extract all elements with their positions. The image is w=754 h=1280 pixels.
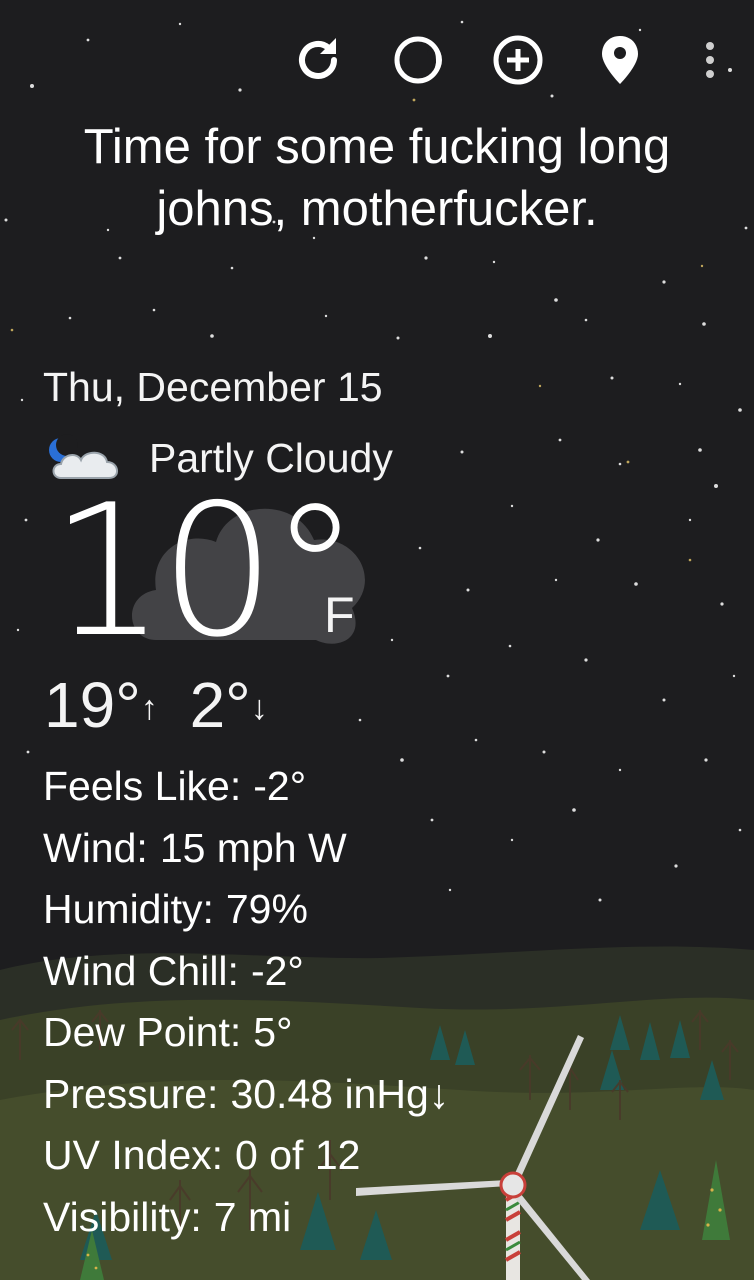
- low-temperature: 2°: [189, 669, 251, 741]
- refresh-button[interactable]: [288, 30, 348, 90]
- high-temperature: 19°: [44, 669, 141, 741]
- top-toolbar: [0, 30, 754, 92]
- moon-phase-icon: [394, 36, 442, 84]
- overflow-menu-button[interactable]: [680, 30, 740, 90]
- high-low-temperature: 19°↑ 2°↓: [44, 670, 268, 745]
- weather-quote: Time for some fucking long johns, mother…: [83, 120, 671, 236]
- high-arrow-icon: ↑: [140, 689, 158, 728]
- current-temperature: 10°: [50, 465, 361, 677]
- location-button[interactable]: [590, 30, 650, 90]
- refresh-icon: [299, 38, 337, 79]
- low-arrow-icon: ↓: [250, 689, 268, 728]
- weather-details-list: Feels Like: -2° Wind: 15 mph W Humidity: 79…: [43, 758, 449, 1250]
- more-vert-icon: [706, 42, 714, 78]
- moon-phase-button[interactable]: [388, 30, 448, 90]
- detail-wind-chill: Wind Chill: -2°: [43, 947, 304, 994]
- detail-uv-index: UV Index: 0 of 12: [43, 1132, 361, 1178]
- current-temperature-block: 10° F: [40, 476, 380, 668]
- add-location-icon: [493, 35, 543, 85]
- temperature-unit: F: [324, 587, 355, 643]
- detail-wind: Wind: 15 mph W: [43, 824, 347, 871]
- detail-visibility: Visibility: 7 mi: [43, 1193, 292, 1240]
- detail-dew-point: Dew Point: 5°: [43, 1009, 293, 1055]
- add-location-button[interactable]: [488, 30, 548, 90]
- detail-pressure: Pressure: 30.48 inHg↓: [43, 1070, 450, 1117]
- detail-humidity: Humidity: 79%: [43, 886, 308, 932]
- detail-feels-like: Feels Like: -2°: [43, 763, 307, 809]
- location-pin-icon: [602, 36, 638, 84]
- forecast-date: Thu, December 15: [43, 364, 383, 410]
